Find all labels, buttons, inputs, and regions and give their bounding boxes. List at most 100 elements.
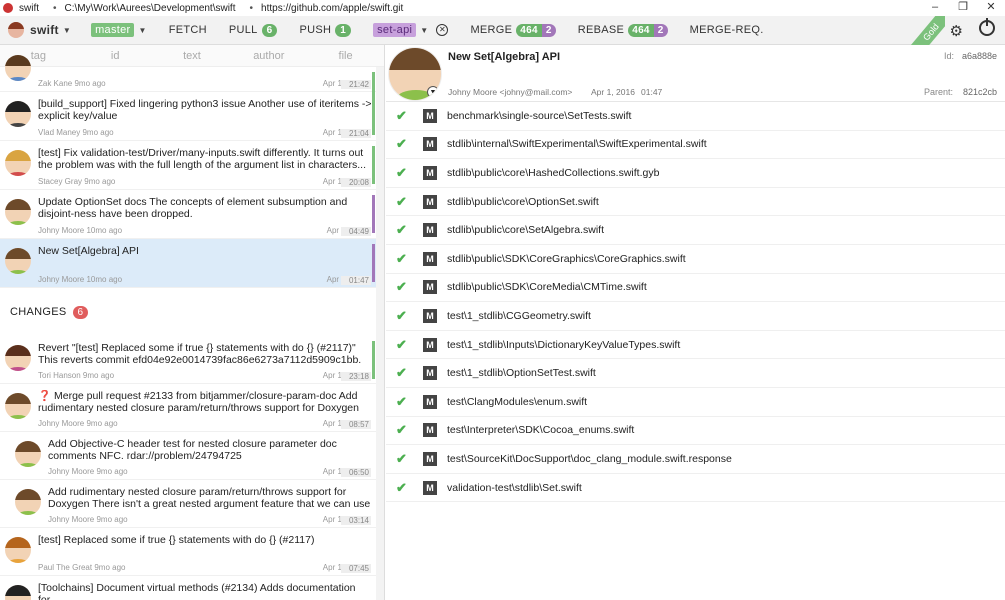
- rebase-button[interactable]: REBASE 464 2: [578, 23, 668, 37]
- changed-file-row[interactable]: ✔ Mtest\1_stdlib\CGGeometry.swift: [386, 302, 1005, 331]
- commit-title: New Set[Algebra] API: [448, 51, 561, 63]
- commit-row[interactable]: Update OptionSet docs The concepts of el…: [0, 190, 384, 239]
- commit-row[interactable]: [Toolchains] Document virtual methods (#…: [0, 576, 384, 600]
- commit-author: Johny Moore 9mo ago: [48, 515, 128, 524]
- rebase-ahead: 464: [628, 23, 654, 37]
- branch-marker: [372, 341, 375, 379]
- target-chevron-down-icon[interactable]: ▼: [420, 26, 428, 35]
- clear-target-icon[interactable]: ✕: [436, 24, 449, 36]
- commit-id: Id: a6a888e: [944, 51, 997, 61]
- commit-row[interactable]: [test] Replaced some if true {} statemen…: [0, 528, 384, 576]
- branch-chevron-down-icon[interactable]: ▼: [138, 26, 146, 35]
- push-button[interactable]: PUSH 1: [299, 23, 352, 37]
- commit-time: 01:47: [341, 276, 371, 285]
- chevron-down-icon[interactable]: ▼: [427, 86, 439, 98]
- file-path: test\SourceKit\DocSupport\doc_clang_modu…: [447, 452, 732, 465]
- file-path: stdlib\public\core\HashedCollections.swi…: [447, 166, 660, 179]
- checkmark-icon: ✔: [396, 365, 407, 381]
- avatar: [5, 150, 31, 176]
- changed-file-row[interactable]: ✔ Mtest\1_stdlib\OptionSetTest.swift: [386, 359, 1005, 388]
- repo-path: C:\My\Work\Aurees\Development\swift: [64, 2, 236, 14]
- checkmark-icon: ✔: [396, 422, 407, 438]
- changed-file-row[interactable]: ✔ Mstdlib\internal\SwiftExperimental\Swif…: [386, 131, 1005, 160]
- repo-selector[interactable]: swift ▼: [8, 22, 71, 38]
- changed-file-row[interactable]: ✔ Mtest\SourceKit\DocSupport\doc_clang_mo…: [386, 445, 1005, 474]
- filter-author[interactable]: author: [230, 50, 307, 62]
- avatar-hair: [5, 248, 31, 259]
- avatar: [5, 537, 31, 563]
- commit-author: Paul The Great 9mo ago: [38, 563, 126, 572]
- commit-time: 07:45: [341, 564, 371, 573]
- branch-marker: [372, 195, 375, 233]
- changed-file-row[interactable]: ✔ Mtest\ClangModules\enum.swift: [386, 388, 1005, 417]
- merge-button[interactable]: MERGE 464 2: [470, 23, 556, 37]
- avatar-shirt: [8, 559, 28, 563]
- commit-id-value[interactable]: a6a888e: [962, 51, 997, 61]
- avatar-shirt: [8, 367, 28, 371]
- modified-status-icon: M: [423, 137, 437, 152]
- changed-file-row[interactable]: ✔ Mstdlib\public\SDK\CoreGraphics\CoreGra…: [386, 245, 1005, 274]
- changed-file-row[interactable]: ✔ Mstdlib\public\core\HashedCollections.s…: [386, 159, 1005, 188]
- avatar-shirt: [8, 123, 28, 127]
- commit-row[interactable]: [test] Fix validation-test/Driver/many-i…: [0, 141, 384, 190]
- commit-row[interactable]: ❓ Merge pull request #2133 from bitjamme…: [0, 384, 384, 432]
- window-controls: – ❐ ✕: [921, 0, 1005, 16]
- commit-row[interactable]: Revert "[test] Replaced some if true {} …: [0, 336, 384, 384]
- filter-id[interactable]: id: [77, 50, 154, 62]
- push-count-badge: 1: [335, 23, 352, 37]
- commit-message: [test] Replaced some if true {} statemen…: [38, 534, 315, 546]
- changed-file-row[interactable]: ✔ Mstdlib\public\core\OptionSet.swift: [386, 188, 1005, 217]
- checkmark-icon: ✔: [396, 479, 407, 495]
- changes-header[interactable]: CHANGES 6: [0, 288, 384, 336]
- pull-button[interactable]: PULL 6: [229, 23, 278, 37]
- modified-status-icon: M: [423, 451, 437, 466]
- commit-message: Add rudimentary nested closure param/ret…: [48, 486, 371, 510]
- parent-value[interactable]: 821c2cb: [963, 87, 997, 97]
- gear-icon[interactable]: ⚙: [950, 22, 963, 40]
- commit-row[interactable]: Zak Kane 9mo agoApr 11, 201621:42: [0, 55, 384, 110]
- commit-row[interactable]: [build_support] Fixed lingering python3 …: [0, 92, 384, 141]
- target-branch[interactable]: set-api: [373, 23, 417, 37]
- commit-time: 20:08: [341, 178, 371, 187]
- minimize-icon[interactable]: –: [921, 0, 949, 16]
- modified-status-icon: M: [423, 366, 437, 381]
- changed-file-row[interactable]: ✔ Mvalidation-test\stdlib\Set.swift: [386, 474, 1005, 503]
- rebase-badge: 464 2: [628, 23, 668, 37]
- commit-author: Johny Moore 10mo ago: [38, 226, 123, 235]
- modified-status-icon: M: [423, 194, 437, 209]
- filter-file[interactable]: file: [307, 50, 384, 62]
- merge-request-label: MERGE-REQ.: [689, 24, 764, 36]
- changed-file-row[interactable]: ✔ Mstdlib\public\core\SetAlgebra.swift: [386, 216, 1005, 245]
- checkmark-icon: ✔: [396, 279, 407, 295]
- power-icon[interactable]: [979, 18, 995, 36]
- commit-row[interactable]: New Set[Algebra] API Johny Moore 10mo ago…: [0, 239, 384, 288]
- commit-row[interactable]: Add rudimentary nested closure param/ret…: [0, 480, 384, 528]
- branch-marker: [372, 146, 375, 184]
- modified-status-icon: M: [423, 280, 437, 295]
- changed-file-row[interactable]: ✔ Mstdlib\public\SDK\CoreMedia\CMTime.swi…: [386, 274, 1005, 303]
- avatar-shirt: [8, 221, 28, 225]
- fetch-button[interactable]: FETCH: [169, 24, 207, 36]
- commit-author: Johny Moore 9mo ago: [48, 467, 128, 476]
- push-label: PUSH: [299, 24, 332, 36]
- close-icon[interactable]: ✕: [977, 0, 1005, 16]
- current-branch[interactable]: master: [91, 23, 135, 37]
- branch-marker: [372, 244, 375, 282]
- modified-status-icon: M: [423, 165, 437, 180]
- commit-author: Vlad Maney 9mo ago: [38, 128, 114, 137]
- scrollbar[interactable]: [376, 67, 384, 600]
- commit-time: 04:49: [341, 227, 371, 236]
- changed-file-row[interactable]: ✔ Mtest\Interpreter\SDK\Cocoa_enums.swift: [386, 417, 1005, 446]
- checkmark-icon: ✔: [396, 164, 407, 180]
- changed-file-row[interactable]: ✔ Mbenchmark\single-source\SetTests.swift: [386, 102, 1005, 131]
- changed-file-row[interactable]: ✔ Mtest\1_stdlib\Inputs\DictionaryKeyValu…: [386, 331, 1005, 360]
- avatar-hair: [389, 48, 441, 70]
- filter-text[interactable]: text: [154, 50, 231, 62]
- rebase-behind: 2: [653, 23, 668, 37]
- merge-request-button[interactable]: MERGE-REQ.: [690, 24, 764, 36]
- commit-row[interactable]: Add Objective-C header test for nested c…: [0, 432, 384, 480]
- restore-icon[interactable]: ❐: [949, 0, 977, 16]
- merge-behind: 2: [541, 23, 556, 37]
- modified-status-icon: M: [423, 108, 437, 123]
- commit-time: 03:14: [341, 516, 371, 525]
